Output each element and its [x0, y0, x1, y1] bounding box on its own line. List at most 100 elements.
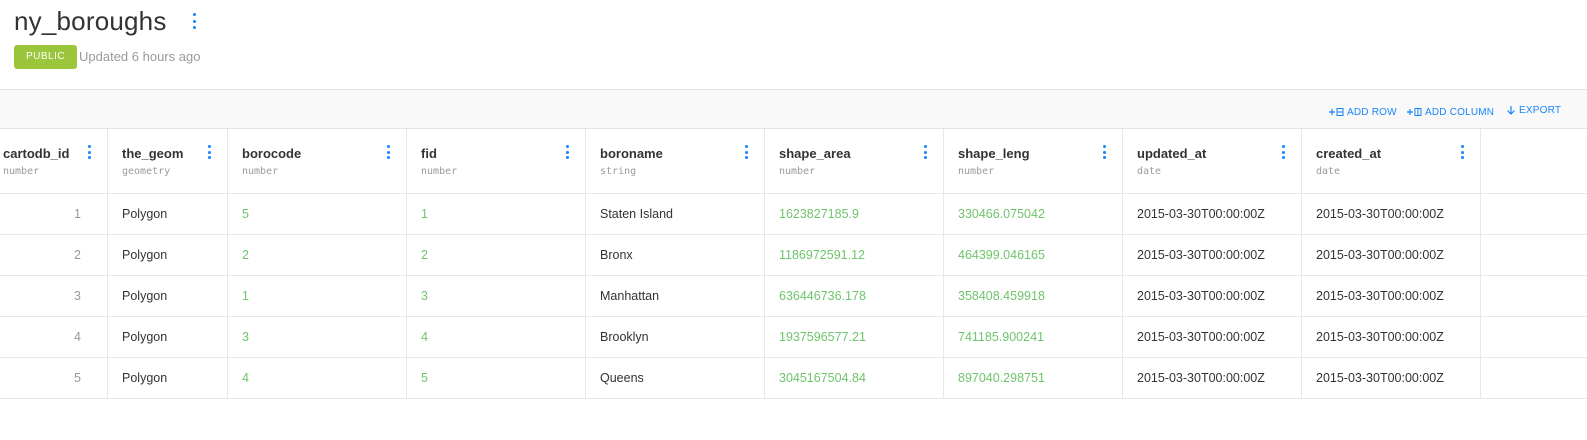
column-name: shape_area [779, 145, 851, 161]
column-name: fid [421, 145, 437, 161]
table-row: 1 Polygon 5 1 Staten Island 1623827185.9… [0, 194, 1587, 235]
column-options-icon[interactable] [86, 145, 92, 159]
cell-borocode[interactable]: 2 [228, 235, 407, 275]
cell-shape-area[interactable]: 3045167504.84 [765, 358, 944, 398]
privacy-badge[interactable]: PUBLIC [14, 45, 78, 69]
column-name: cartodb_id [3, 145, 70, 161]
column-type: geometry [122, 165, 171, 177]
table-row: 2 Polygon 2 2 Bronx 1186972591.12 464399… [0, 235, 1587, 276]
add-column-button[interactable]: ADD COLUMN [1406, 105, 1494, 119]
column-header-the-geom[interactable]: the_geom geometry [108, 129, 228, 193]
cell-shape-leng[interactable]: 464399.046165 [944, 235, 1123, 275]
cell-borocode[interactable]: 4 [228, 358, 407, 398]
row-filler [1481, 276, 1587, 316]
cell-borocode[interactable]: 5 [228, 194, 407, 234]
dataset-header: ny_boroughs PUBLIC Updated 6 hours ago [0, 0, 1587, 89]
column-options-icon[interactable] [385, 145, 391, 159]
column-header-shape-leng[interactable]: shape_leng number [944, 129, 1123, 193]
cell-shape-leng[interactable]: 330466.075042 [944, 194, 1123, 234]
add-column-icon [1407, 108, 1422, 116]
cell-fid[interactable]: 1 [407, 194, 586, 234]
cell-fid[interactable]: 2 [407, 235, 586, 275]
column-options-icon[interactable] [1101, 145, 1107, 159]
column-name: borocode [242, 145, 302, 161]
cell-boroname[interactable]: Staten Island [586, 194, 765, 234]
column-name: the_geom [122, 145, 184, 161]
cell-the-geom[interactable]: Polygon [108, 317, 228, 357]
column-header-fid[interactable]: fid number [407, 129, 586, 193]
column-type: date [1137, 165, 1162, 177]
cell-fid[interactable]: 3 [407, 276, 586, 316]
cell-updated-at[interactable]: 2015-03-30T00:00:00Z [1123, 194, 1302, 234]
table-row: 4 Polygon 3 4 Brooklyn 1937596577.21 741… [0, 317, 1587, 358]
cell-shape-leng[interactable]: 741185.900241 [944, 317, 1123, 357]
cell-created-at[interactable]: 2015-03-30T00:00:00Z [1302, 358, 1481, 398]
cell-updated-at[interactable]: 2015-03-30T00:00:00Z [1123, 358, 1302, 398]
row-filler [1481, 194, 1587, 234]
column-name: boroname [600, 145, 663, 161]
cell-the-geom[interactable]: Polygon [108, 276, 228, 316]
column-header-cartodb-id[interactable]: cartodb_id number [0, 129, 108, 193]
cell-created-at[interactable]: 2015-03-30T00:00:00Z [1302, 317, 1481, 357]
column-type: date [1316, 165, 1341, 177]
table-row: 5 Polygon 4 5 Queens 3045167504.84 89704… [0, 358, 1587, 399]
column-type: number [779, 165, 816, 177]
cell-the-geom[interactable]: Polygon [108, 358, 228, 398]
cell-boroname[interactable]: Manhattan [586, 276, 765, 316]
add-column-label: ADD COLUMN [1425, 106, 1495, 118]
cell-borocode[interactable]: 3 [228, 317, 407, 357]
updated-timestamp: Updated 6 hours ago [79, 49, 201, 64]
dataset-options-icon[interactable] [187, 13, 201, 29]
cell-the-geom[interactable]: Polygon [108, 194, 228, 234]
column-options-icon[interactable] [743, 145, 749, 159]
cell-fid[interactable]: 4 [407, 317, 586, 357]
column-options-icon[interactable] [206, 145, 212, 159]
column-type: number [421, 165, 458, 177]
column-type: string [600, 165, 637, 177]
cell-cartodb-id[interactable]: 3 [0, 276, 108, 316]
column-name: updated_at [1137, 145, 1207, 161]
column-type: number [3, 165, 40, 177]
dataset-title: ny_boroughs [14, 6, 167, 36]
cell-shape-area[interactable]: 1623827185.9 [765, 194, 944, 234]
column-type: number [242, 165, 279, 177]
cell-borocode[interactable]: 1 [228, 276, 407, 316]
cell-boroname[interactable]: Bronx [586, 235, 765, 275]
column-header-boroname[interactable]: boroname string [586, 129, 765, 193]
cell-cartodb-id[interactable]: 4 [0, 317, 108, 357]
cell-boroname[interactable]: Brooklyn [586, 317, 765, 357]
cell-updated-at[interactable]: 2015-03-30T00:00:00Z [1123, 317, 1302, 357]
cell-created-at[interactable]: 2015-03-30T00:00:00Z [1302, 235, 1481, 275]
cell-shape-area[interactable]: 1186972591.12 [765, 235, 944, 275]
column-header-updated-at[interactable]: updated_at date [1123, 129, 1302, 193]
table-header-row: cartodb_id number the_geom geometry boro… [0, 129, 1587, 194]
cell-shape-area[interactable]: 1937596577.21 [765, 317, 944, 357]
column-options-icon[interactable] [564, 145, 570, 159]
export-button[interactable]: EXPORT [1506, 103, 1561, 117]
row-filler [1481, 358, 1587, 398]
row-filler [1481, 317, 1587, 357]
cell-cartodb-id[interactable]: 5 [0, 358, 108, 398]
column-header-borocode[interactable]: borocode number [228, 129, 407, 193]
data-table: cartodb_id number the_geom geometry boro… [0, 129, 1587, 399]
cell-shape-leng[interactable]: 358408.459918 [944, 276, 1123, 316]
column-header-created-at[interactable]: created_at date [1302, 129, 1481, 193]
add-row-label: ADD ROW [1347, 106, 1397, 118]
column-options-icon[interactable] [1459, 145, 1465, 159]
column-options-icon[interactable] [1280, 145, 1286, 159]
cell-boroname[interactable]: Queens [586, 358, 765, 398]
cell-updated-at[interactable]: 2015-03-30T00:00:00Z [1123, 235, 1302, 275]
cell-created-at[interactable]: 2015-03-30T00:00:00Z [1302, 276, 1481, 316]
cell-shape-area[interactable]: 636446736.178 [765, 276, 944, 316]
table-toolbar: ADD ROW ADD COLUMN EXPORT [0, 89, 1587, 129]
cell-created-at[interactable]: 2015-03-30T00:00:00Z [1302, 194, 1481, 234]
cell-updated-at[interactable]: 2015-03-30T00:00:00Z [1123, 276, 1302, 316]
cell-cartodb-id[interactable]: 2 [0, 235, 108, 275]
column-header-shape-area[interactable]: shape_area number [765, 129, 944, 193]
cell-the-geom[interactable]: Polygon [108, 235, 228, 275]
cell-fid[interactable]: 5 [407, 358, 586, 398]
column-options-icon[interactable] [922, 145, 928, 159]
cell-cartodb-id[interactable]: 1 [0, 194, 108, 234]
cell-shape-leng[interactable]: 897040.298751 [944, 358, 1123, 398]
add-row-button[interactable]: ADD ROW [1328, 105, 1397, 119]
